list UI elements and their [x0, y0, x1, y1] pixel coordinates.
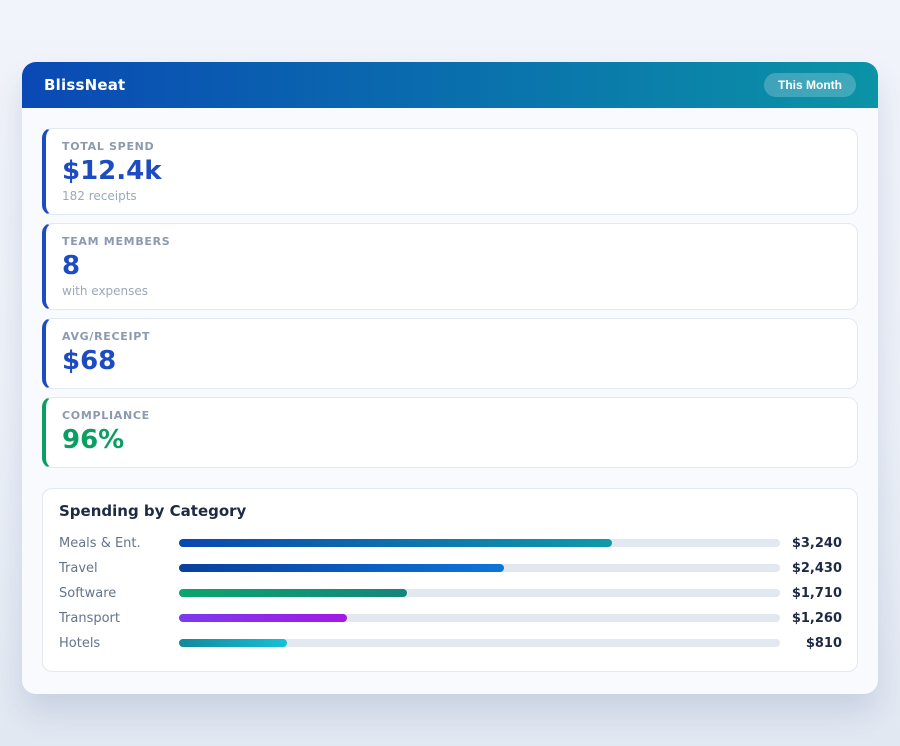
stat-label: COMPLIANCE — [62, 409, 841, 422]
chart-category-label: Transport — [59, 611, 179, 626]
app-title: BlissNeat — [44, 76, 125, 94]
chart-category-label: Hotels — [59, 636, 179, 651]
chart-row: Software $1,710 — [59, 581, 842, 606]
stat-label: AVG/RECEIPT — [62, 330, 841, 343]
stat-card-avg-receipt: AVG/RECEIPT $68 — [42, 318, 858, 389]
chart-bar-track — [179, 639, 780, 647]
stat-card-team-members: TEAM MEMBERS 8 with expenses — [42, 223, 858, 310]
chart-bar-fill — [179, 539, 612, 547]
stat-sub: with expenses — [62, 284, 841, 298]
chart-title: Spending by Category — [59, 502, 842, 520]
stat-value: $12.4k — [62, 157, 841, 187]
stat-label: TOTAL SPEND — [62, 140, 841, 153]
chart-value-label: $810 — [780, 636, 842, 651]
chart-value-label: $1,260 — [780, 611, 842, 626]
stat-sub: 182 receipts — [62, 189, 841, 203]
stat-label: TEAM MEMBERS — [62, 235, 841, 248]
chart-bar-fill — [179, 564, 504, 572]
stat-value: 8 — [62, 252, 841, 282]
chart-category-label: Travel — [59, 561, 179, 576]
spending-by-category-chart: Spending by Category Meals & Ent. $3,240 T… — [42, 488, 858, 672]
chart-rows: Meals & Ent. $3,240 Travel $2,430 Software $1… — [59, 531, 842, 656]
app-header: BlissNeat This Month — [22, 62, 878, 108]
chart-value-label: $1,710 — [780, 586, 842, 601]
chart-category-label: Meals & Ent. — [59, 536, 179, 551]
chart-row: Travel $2,430 — [59, 556, 842, 581]
stat-value: 96% — [62, 426, 841, 456]
stat-card-total-spend: TOTAL SPEND $12.4k 182 receipts — [42, 128, 858, 215]
chart-bar-track — [179, 564, 780, 572]
app-body: TOTAL SPEND $12.4k 182 receipts TEAM MEM… — [22, 108, 878, 694]
chart-value-label: $2,430 — [780, 561, 842, 576]
chart-bar-track — [179, 589, 780, 597]
chart-value-label: $3,240 — [780, 536, 842, 551]
chart-row: Hotels $810 — [59, 631, 842, 656]
dashboard-card: BlissNeat This Month TOTAL SPEND $12.4k … — [22, 62, 878, 694]
stat-card-compliance: COMPLIANCE 96% — [42, 397, 858, 468]
chart-bar-track — [179, 614, 780, 622]
chart-row: Transport $1,260 — [59, 606, 842, 631]
stat-value: $68 — [62, 347, 841, 377]
chart-row: Meals & Ent. $3,240 — [59, 531, 842, 556]
chart-bar-track — [179, 539, 780, 547]
chart-bar-fill — [179, 589, 407, 597]
chart-bar-fill — [179, 614, 347, 622]
period-badge[interactable]: This Month — [764, 73, 856, 97]
chart-bar-fill — [179, 639, 287, 647]
chart-category-label: Software — [59, 586, 179, 601]
